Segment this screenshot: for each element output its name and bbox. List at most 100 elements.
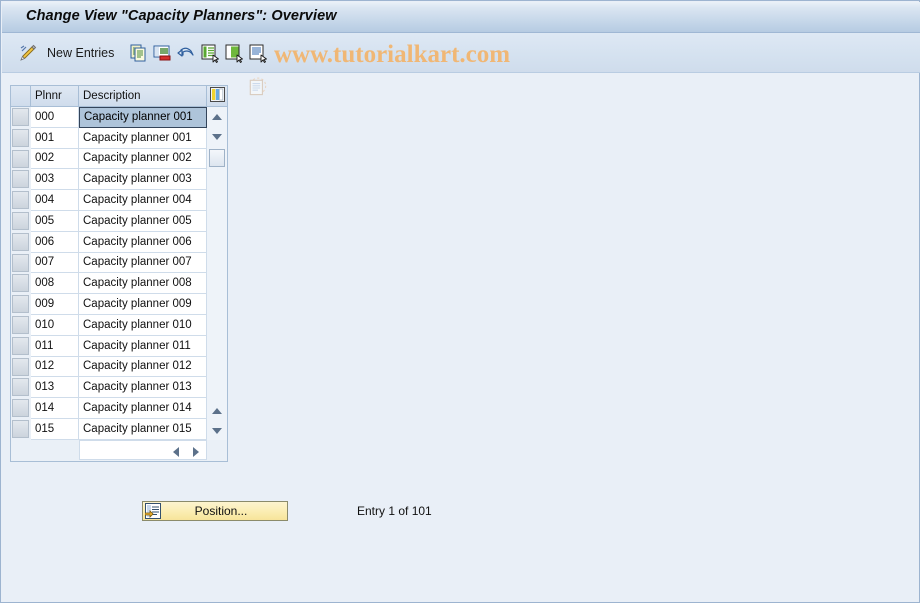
delete-button[interactable] [152,40,172,66]
table-row[interactable]: 012 Capacity planner 012 [11,356,227,378]
column-config-button[interactable] [207,86,227,107]
cell-plnnr[interactable]: 013 [31,377,79,399]
sap-application-window: Change View "Capacity Planners": Overvie… [0,0,920,603]
scroll-left-button[interactable] [168,444,183,459]
cell-description[interactable]: Capacity planner 015 [79,418,207,440]
row-select-button[interactable] [12,191,29,210]
chevron-up-icon [212,408,222,414]
scroll-page-up-button[interactable] [209,403,225,419]
cell-description[interactable]: Capacity planner 005 [79,210,207,232]
table-header-row: Plnnr Description [11,86,227,107]
cell-description[interactable]: Capacity planner 009 [79,294,207,315]
row-select-button[interactable] [12,399,29,418]
table-row[interactable]: 003 Capacity planner 003 [11,169,227,191]
cell-description[interactable]: Capacity planner 004 [79,190,207,211]
cell-plnnr[interactable]: 003 [31,169,79,191]
table-row[interactable]: 001 Capacity planner 001 [11,127,227,149]
table-vertical-scrollbar[interactable] [207,107,227,440]
row-select-button[interactable] [12,357,29,376]
details-icon [248,43,268,63]
scrollbar-thumb[interactable] [209,149,225,167]
undo-button[interactable] [176,40,196,66]
row-select-button[interactable] [12,211,29,230]
cell-description[interactable]: Capacity planner 002 [79,148,207,170]
scroll-down-button[interactable] [209,129,225,145]
details-button[interactable] [248,40,268,66]
new-entries-button[interactable]: New Entries [47,40,114,66]
row-select-button[interactable] [12,295,29,314]
cell-plnnr[interactable]: 001 [31,127,79,149]
row-select-button[interactable] [12,274,29,293]
cell-description[interactable]: Capacity planner 008 [79,273,207,295]
deselect-all-icon [224,43,244,63]
cell-description[interactable]: Capacity planner 003 [79,169,207,191]
cell-plnnr[interactable]: 007 [31,252,79,274]
table-row[interactable]: 007 Capacity planner 007 [11,252,227,274]
table-horizontal-scrollbar[interactable] [11,440,227,461]
chevron-right-icon [192,446,199,457]
edit-button[interactable] [18,40,38,66]
table-row[interactable]: 015 Capacity planner 015 [11,418,227,440]
row-select-button[interactable] [12,378,29,397]
position-button[interactable]: Position... [142,501,288,521]
chevron-up-icon [212,114,222,120]
table-row[interactable]: 013 Capacity planner 013 [11,377,227,399]
scroll-page-down-button[interactable] [209,423,225,439]
row-select-button[interactable] [12,128,29,147]
cell-description[interactable]: Capacity planner 013 [79,377,207,399]
table-row[interactable]: 008 Capacity planner 008 [11,273,227,295]
table-row[interactable]: 006 Capacity planner 006 [11,231,227,253]
deselect-all-button[interactable] [224,40,244,66]
cell-description[interactable]: Capacity planner 001 [79,107,207,128]
table-row[interactable]: 010 Capacity planner 010 [11,314,227,336]
hscroll-track[interactable] [79,440,207,460]
header-plnnr[interactable]: Plnnr [31,86,79,107]
copy-icon [128,43,148,63]
table-row[interactable]: 004 Capacity planner 004 [11,190,227,211]
cell-plnnr[interactable]: 011 [31,335,79,357]
capacity-planners-table: Plnnr Description 000 Capacity planner 00… [10,85,228,462]
row-select-button[interactable] [12,253,29,272]
chevron-left-icon [172,446,179,457]
cell-plnnr[interactable]: 014 [31,398,79,419]
cell-description[interactable]: Capacity planner 006 [79,231,207,253]
table-row[interactable]: 005 Capacity planner 005 [11,210,227,232]
header-select-column[interactable] [11,86,31,107]
page-title: Change View "Capacity Planners": Overvie… [26,8,337,24]
cell-plnnr[interactable]: 004 [31,190,79,211]
row-select-button[interactable] [12,108,29,126]
cell-plnnr[interactable]: 008 [31,273,79,295]
table-row[interactable]: 002 Capacity planner 002 [11,148,227,170]
row-select-button[interactable] [12,336,29,355]
cell-plnnr[interactable]: 005 [31,210,79,232]
cell-plnnr[interactable]: 010 [31,314,79,336]
cell-plnnr[interactable]: 000 [31,107,79,128]
row-select-button[interactable] [12,315,29,334]
table-row[interactable]: 014 Capacity planner 014 [11,398,227,419]
row-select-button[interactable] [12,149,29,168]
row-select-button[interactable] [12,170,29,189]
copy-as-button[interactable] [128,40,148,66]
cell-plnnr[interactable]: 012 [31,356,79,378]
table-row[interactable]: 009 Capacity planner 009 [11,294,227,315]
cell-description[interactable]: Capacity planner 012 [79,356,207,378]
cell-description[interactable]: Capacity planner 014 [79,398,207,419]
cell-description[interactable]: Capacity planner 007 [79,252,207,274]
chevron-down-icon [212,428,222,434]
cell-description[interactable]: Capacity planner 010 [79,314,207,336]
document-watermark-icon [247,77,269,99]
row-select-button[interactable] [12,419,29,438]
cell-description[interactable]: Capacity planner 001 [79,127,207,149]
cell-plnnr[interactable]: 006 [31,231,79,253]
cell-plnnr[interactable]: 015 [31,418,79,440]
scroll-right-button[interactable] [188,444,203,459]
scroll-up-button[interactable] [209,109,225,125]
row-select-button[interactable] [12,232,29,251]
table-row[interactable]: 000 Capacity planner 001 [11,107,227,128]
table-row[interactable]: 011 Capacity planner 011 [11,335,227,357]
cell-plnnr[interactable]: 002 [31,148,79,170]
header-description[interactable]: Description [79,86,207,107]
cell-plnnr[interactable]: 009 [31,294,79,315]
select-all-button[interactable] [200,40,220,66]
cell-description[interactable]: Capacity planner 011 [79,335,207,357]
